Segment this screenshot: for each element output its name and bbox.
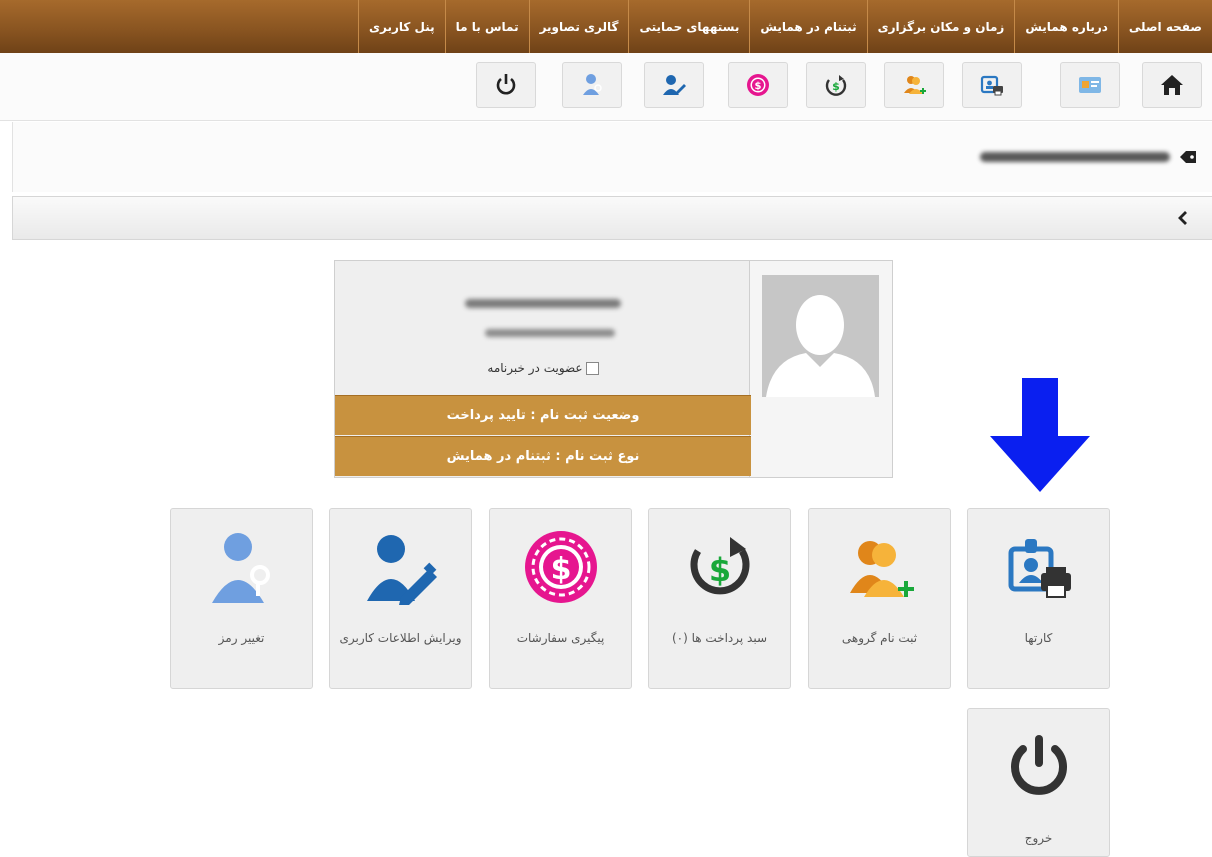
user-key-icon <box>212 533 270 603</box>
panel-header-bar[interactable] <box>12 196 1212 240</box>
breadcrumb <box>12 122 1212 192</box>
group-register-icon <box>850 541 914 597</box>
nav-gallery[interactable]: گالری تصاویر <box>528 0 629 53</box>
tile-cards-label: کارتها <box>1024 631 1053 645</box>
chevron-left-icon[interactable] <box>1176 209 1190 227</box>
newsletter-row: عضویت در خبرنامه <box>335 361 751 375</box>
quick-icon-bar: $ $ <box>0 53 1212 121</box>
arrow-down-icon <box>990 378 1090 492</box>
tile-logout-label: خروج <box>1024 831 1053 845</box>
svg-text:$: $ <box>551 552 572 587</box>
profile-card: عضویت در خبرنامه وضعیت ثبت نام : تایید پ… <box>334 260 893 478</box>
payment-basket-icon: $ <box>690 537 750 595</box>
svg-text:$: $ <box>832 80 840 93</box>
logout-button[interactable] <box>476 62 536 108</box>
tile-group-register[interactable]: ثبت نام گروهی <box>808 508 951 689</box>
tile-order-tracking-label: پیگیری سفارشات <box>516 631 605 645</box>
edit-user-icon <box>367 535 437 605</box>
coin-dollar-icon: $ <box>525 531 597 603</box>
home-icon <box>1161 75 1183 95</box>
group-register-icon <box>904 76 926 94</box>
tile-change-password-label: تغییر رمز <box>218 631 265 645</box>
tile-order-tracking[interactable]: $ پیگیری سفارشات <box>489 508 632 689</box>
nav-time-place[interactable]: زمان و مکان برگزاری <box>866 0 1015 53</box>
id-card-printer-icon <box>1008 539 1071 598</box>
tile-logout[interactable]: خروج <box>967 708 1110 857</box>
change-password-button[interactable] <box>562 62 622 108</box>
nav-contact[interactable]: تماس با ما <box>444 0 529 53</box>
svg-text:$: $ <box>755 81 762 92</box>
tile-edit-profile-label: ویرایش اطلاعات کاربری <box>339 631 462 645</box>
avatar <box>762 275 879 397</box>
tile-payment-basket[interactable]: $ سبد پرداخت ها (۰) <box>648 508 791 689</box>
nav-about[interactable]: درباره همایش <box>1014 0 1118 53</box>
newsletter-checkbox[interactable] <box>585 362 599 375</box>
group-register-button[interactable] <box>884 62 944 108</box>
nav-sponsor-packages[interactable]: بستههای حمایتی <box>628 0 749 53</box>
registration-status: وضعیت ثبت نام : تایید پرداخت <box>335 395 751 435</box>
tile-group-register-label: ثبت نام گروهی <box>841 631 918 645</box>
newsletter-label: عضویت در خبرنامه <box>487 361 583 375</box>
svg-text:$: $ <box>709 551 731 589</box>
change-password-icon <box>583 74 602 95</box>
edit-user-icon <box>663 75 686 95</box>
registration-type: نوع ثبت نام : ثبتنام در همایش <box>335 436 751 476</box>
id-card-printer-icon <box>980 75 1003 96</box>
redacted-user-name <box>465 299 621 308</box>
top-navigation: صفحه اصلی درباره همایش زمان و مکان برگزا… <box>0 0 1212 53</box>
profile-info: عضویت در خبرنامه وضعیت ثبت نام : تایید پ… <box>335 261 751 477</box>
power-icon <box>1011 735 1067 795</box>
orders-coin-icon: $ <box>747 74 769 96</box>
nav-register[interactable]: ثبتنام در همایش <box>749 0 866 53</box>
profile-card-button[interactable] <box>1060 62 1120 108</box>
cards-button[interactable] <box>962 62 1022 108</box>
tag-icon <box>1180 151 1196 163</box>
avatar-panel <box>749 261 892 477</box>
home-button[interactable] <box>1142 62 1202 108</box>
redacted-user-email <box>485 329 615 337</box>
tile-payment-basket-label: سبد پرداخت ها (۰) <box>671 631 768 645</box>
nav-home[interactable]: صفحه اصلی <box>1117 0 1212 53</box>
payment-basket-icon: $ <box>825 75 847 96</box>
tile-edit-profile[interactable]: ویرایش اطلاعات کاربری <box>329 508 472 689</box>
redacted-breadcrumb-text <box>980 152 1170 162</box>
orders-button[interactable]: $ <box>728 62 788 108</box>
edit-user-button[interactable] <box>644 62 704 108</box>
payment-basket-button[interactable]: $ <box>806 62 866 108</box>
nav-user-panel[interactable]: پنل کاربری <box>358 0 445 53</box>
tile-cards[interactable]: کارتها <box>967 508 1110 689</box>
tile-change-password[interactable]: تغییر رمز <box>170 508 313 689</box>
power-icon <box>496 74 516 95</box>
user-silhouette-icon <box>762 275 879 397</box>
profile-card-icon <box>1079 77 1101 93</box>
